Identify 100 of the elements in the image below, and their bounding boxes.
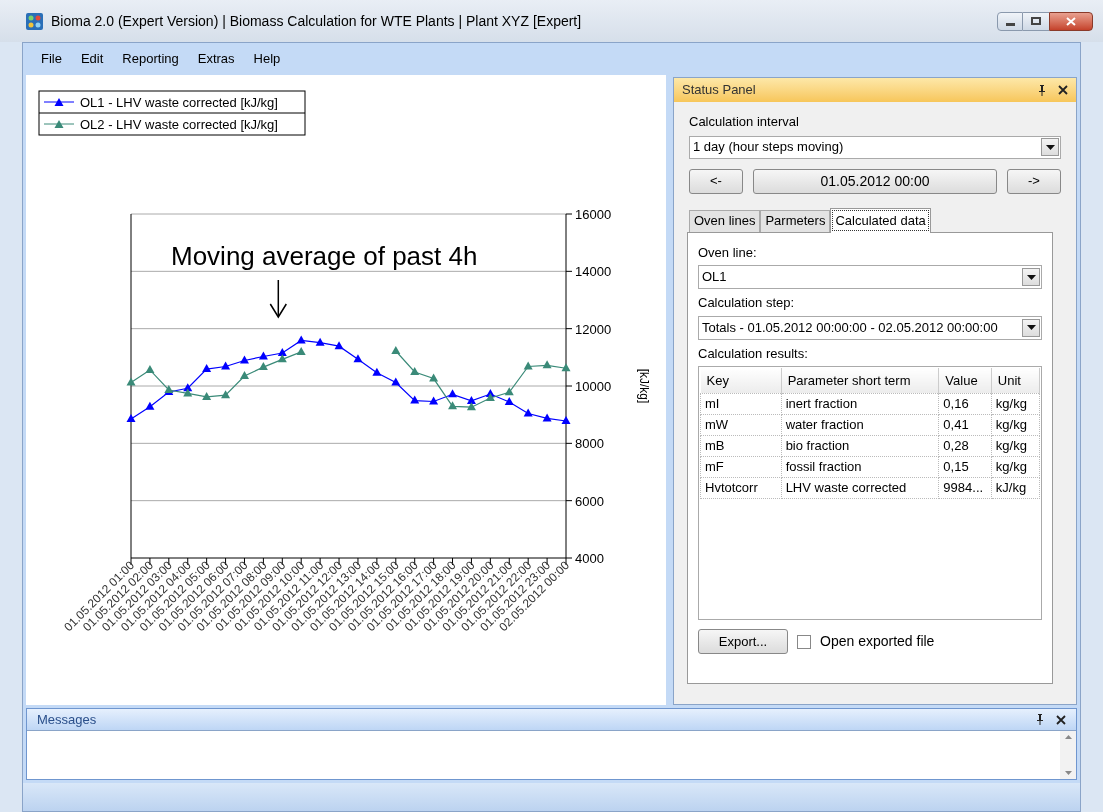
data-point (258, 351, 268, 360)
field-label: Calculation results: (698, 344, 809, 363)
data-point (466, 402, 476, 411)
data-point (221, 361, 231, 370)
panel-title: Messages (37, 710, 97, 729)
table-cell: inert fraction (781, 393, 939, 414)
data-point (202, 391, 212, 400)
menu-item[interactable]: Edit (80, 49, 104, 69)
data-point (277, 348, 287, 357)
data-point (466, 395, 476, 404)
date-button[interactable]: 01.05.2012 00:00 (753, 168, 997, 194)
data-point (429, 396, 439, 405)
dropdown-button[interactable] (1041, 138, 1059, 156)
caret-icon (1026, 325, 1036, 330)
column-header[interactable]: Parameter short term (781, 368, 939, 393)
data-point (296, 335, 306, 344)
tab[interactable]: Calculated data (830, 207, 931, 233)
table-cell: kg/kg (991, 414, 1040, 435)
minimize-button[interactable] (997, 11, 1023, 31)
scroll-down-icon[interactable] (1064, 771, 1072, 775)
table-cell: kg/kg (991, 456, 1040, 477)
table-cell: 0,41 (938, 414, 992, 435)
window-title: Bioma 2.0 (Expert Version) | Biomass Calculation for WTE Plants | Plant XYZ [Expert] (51, 11, 582, 31)
data-point (523, 361, 533, 370)
data-point (410, 366, 420, 375)
checkbox-label: Open exported file (820, 632, 935, 651)
tab[interactable]: Parmeters (760, 209, 831, 232)
table-cell: 0,15 (938, 456, 992, 477)
data-point (183, 383, 193, 392)
data-point (240, 355, 249, 364)
menu-item[interactable]: Reporting (122, 49, 179, 69)
legend-label: OL1 - LHV waste corrected [kJ/kg] (80, 95, 278, 110)
previous-button[interactable]: <- (689, 168, 743, 194)
data-point (296, 346, 306, 355)
data-point (504, 387, 514, 396)
table-cell: mI (700, 393, 782, 414)
dropdown-button[interactable] (1022, 268, 1040, 286)
column-header[interactable]: Unit (991, 368, 1040, 393)
column-header[interactable]: Value (938, 368, 992, 393)
annotation-text: Moving average of past 4h (171, 241, 478, 271)
data-point (429, 373, 439, 382)
data-point (542, 413, 552, 422)
data-point (145, 401, 155, 410)
y-tick-label: 14000 (575, 264, 612, 280)
close-icon (1066, 16, 1076, 26)
calculation-step-dropdown[interactable]: Totals - 01.05.2012 00:00:00 - 02.05.2012 00:00:00 (698, 315, 1042, 340)
table-cell: fossil fraction (781, 456, 939, 477)
menu-item[interactable]: Extras (197, 49, 235, 69)
data-point (202, 364, 212, 373)
table-cell: water fraction (781, 414, 939, 435)
column-header[interactable]: Key (700, 368, 782, 393)
pin-icon[interactable] (1036, 714, 1044, 725)
data-point (126, 377, 136, 386)
next-button[interactable]: -> (1007, 168, 1061, 194)
field-label: Calculation interval (689, 113, 800, 131)
scrollbar[interactable] (1060, 731, 1076, 779)
menu-item[interactable]: Help (253, 49, 281, 69)
maximize-button[interactable] (1023, 11, 1049, 31)
export-button[interactable]: Export... (698, 629, 788, 654)
data-point (561, 415, 571, 424)
data-point (315, 337, 325, 346)
data-point (485, 393, 495, 402)
table-cell: 0,28 (938, 435, 992, 456)
table-cell: kg/kg (991, 435, 1040, 456)
pin-icon[interactable] (1038, 84, 1046, 96)
data-point (126, 413, 136, 422)
close-icon[interactable] (1058, 85, 1068, 95)
legend-marker (43, 98, 75, 106)
menu-item[interactable]: File (41, 49, 62, 69)
table-cell: Hvtotcorr (700, 477, 782, 498)
table-cell: mB (700, 435, 782, 456)
y-tick-label: 4000 (575, 551, 604, 566)
dropdown-button[interactable] (1022, 318, 1040, 337)
table-cell: mF (700, 456, 782, 477)
data-point (410, 395, 420, 404)
scroll-up-icon[interactable] (1064, 735, 1072, 739)
data-point (277, 354, 287, 363)
data-point (391, 346, 401, 355)
checkbox[interactable] (797, 634, 811, 649)
table-cell: LHV waste corrected (781, 477, 939, 498)
data-point (240, 370, 249, 379)
data-point (258, 362, 268, 371)
data-point (542, 360, 552, 369)
data-point (221, 390, 231, 399)
data-point (504, 397, 514, 406)
close-button[interactable] (1049, 11, 1093, 31)
tab[interactable]: Oven lines (689, 209, 761, 232)
interval-dropdown[interactable]: 1 day (hour steps moving) (689, 135, 1061, 159)
data-point (145, 364, 155, 373)
data-point (561, 363, 571, 372)
annotation-arrow (269, 279, 288, 319)
oven-line-dropdown[interactable]: OL1 (698, 265, 1042, 289)
y-tick-label: 16000 (575, 207, 612, 222)
table-cell: mW (700, 414, 782, 435)
table-cell: kg/kg (991, 393, 1040, 414)
y-tick-label: 12000 (575, 321, 612, 337)
table-cell: bio fraction (781, 435, 939, 456)
table-cell: kJ/kg (991, 477, 1040, 498)
y-tick-label: 8000 (575, 436, 604, 452)
close-icon[interactable] (1056, 714, 1066, 725)
